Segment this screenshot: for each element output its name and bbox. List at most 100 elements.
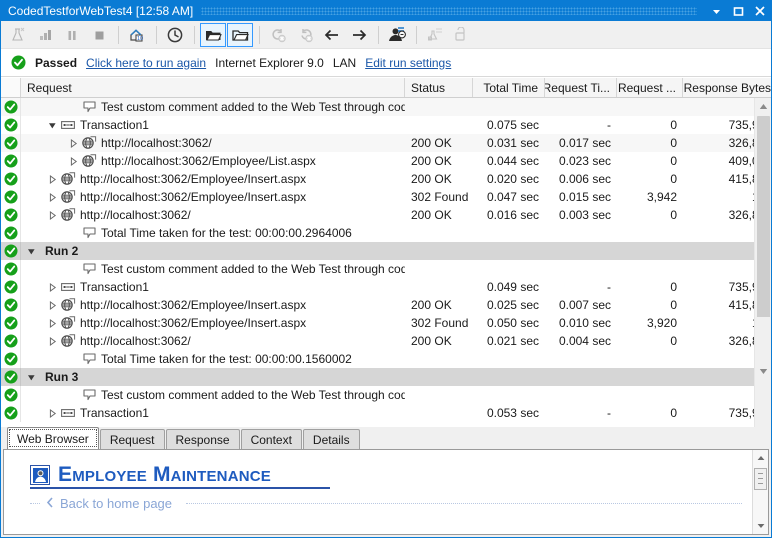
no-expander bbox=[67, 98, 80, 116]
tab-context[interactable]: Context bbox=[240, 429, 302, 449]
cell-request_bytes bbox=[617, 350, 683, 368]
row-label: Test custom comment added to the Web Tes… bbox=[101, 262, 405, 276]
cell-status bbox=[405, 386, 473, 404]
cell-status: 200 OK bbox=[411, 208, 452, 222]
table-row[interactable]: http://localhost:3062/Employee/Insert.as… bbox=[1, 314, 771, 332]
table-row[interactable]: http://localhost:3062/200 OK 0.016 sec 0.0… bbox=[1, 206, 771, 224]
toolbar: 10 bbox=[1, 21, 771, 49]
collapse-triangle-icon[interactable] bbox=[25, 368, 38, 386]
row-status-passed-icon bbox=[1, 224, 21, 242]
run-again-link[interactable]: Click here to run again bbox=[86, 56, 206, 70]
cell-total_time: 0.050 sec bbox=[486, 316, 539, 330]
cell-request_time: 0.006 sec bbox=[558, 172, 611, 186]
table-row[interactable]: http://localhost:3062/Employee/Insert.as… bbox=[1, 296, 771, 314]
title-bar: CodedTestforWebTest4 [12:58 AM] bbox=[1, 1, 771, 21]
comment-icon bbox=[80, 350, 98, 368]
column-header-response_bytes[interactable]: Response Bytes bbox=[683, 78, 771, 97]
maximize-button[interactable] bbox=[727, 1, 749, 21]
column-header-request_time[interactable]: Request Ti... bbox=[545, 78, 617, 97]
browser-scroll-thumb[interactable] bbox=[754, 468, 767, 490]
table-row[interactable]: Transaction1 0.049 sec -0 735,935 bbox=[1, 278, 771, 296]
minimize-button[interactable] bbox=[705, 1, 727, 21]
expand-triangle-icon[interactable] bbox=[46, 404, 59, 422]
row-label: http://localhost:3062/Employee/Insert.as… bbox=[80, 316, 307, 330]
table-row[interactable]: Total Time taken for the test: 00:00:00.… bbox=[1, 350, 771, 368]
row-status-passed-icon bbox=[1, 188, 21, 206]
request-cell: Test custom comment added to the Web Tes… bbox=[21, 386, 405, 404]
no-expander bbox=[67, 224, 80, 242]
expand-triangle-icon[interactable] bbox=[67, 134, 80, 152]
table-row[interactable]: Transaction1 0.075 sec -0 735,935 bbox=[1, 116, 771, 134]
row-status-passed-icon bbox=[1, 296, 21, 314]
request-cell: Run 3 bbox=[21, 368, 405, 386]
open-folder-icon[interactable] bbox=[200, 22, 226, 47]
table-row[interactable]: http://localhost:3062/Employee/List.aspx… bbox=[1, 152, 771, 170]
row-status-passed-icon bbox=[1, 170, 21, 188]
toolbar-separator bbox=[416, 25, 417, 44]
back-to-home-link[interactable]: Back to home page bbox=[60, 496, 172, 511]
expand-triangle-icon[interactable] bbox=[46, 296, 59, 314]
tab-details[interactable]: Details bbox=[302, 429, 360, 449]
browser-vertical-scrollbar[interactable] bbox=[752, 450, 768, 534]
expand-triangle-icon[interactable] bbox=[67, 152, 80, 170]
scroll-up-arrow-icon[interactable] bbox=[755, 98, 771, 115]
table-row[interactable]: http://localhost:3062/Employee/Insert.as… bbox=[1, 170, 771, 188]
cell-total_time bbox=[473, 386, 545, 404]
column-header-request_bytes[interactable]: Request ... bbox=[617, 78, 683, 97]
cell-request_bytes: 0 bbox=[670, 154, 677, 168]
comment-icon bbox=[80, 98, 98, 116]
results-grid: Request Status Total Time Request Ti... Requ… bbox=[1, 77, 771, 427]
table-row[interactable]: Test custom comment added to the Web Tes… bbox=[1, 98, 771, 116]
grid-scroll-thumb[interactable] bbox=[757, 116, 770, 348]
expand-triangle-icon[interactable] bbox=[46, 314, 59, 332]
edit-run-settings-icon[interactable]: 10 bbox=[124, 23, 150, 47]
previous-error-icon bbox=[265, 23, 291, 47]
cell-total_time: 0.053 sec bbox=[486, 406, 539, 420]
browser-scroll-up-arrow-icon[interactable] bbox=[753, 450, 768, 466]
cell-total_time bbox=[473, 224, 545, 242]
cell-status bbox=[405, 278, 473, 296]
collapse-triangle-icon[interactable] bbox=[46, 116, 59, 134]
tab-request[interactable]: Request bbox=[99, 429, 165, 449]
tab-response[interactable]: Response bbox=[165, 429, 240, 449]
expand-triangle-icon[interactable] bbox=[46, 188, 59, 206]
cell-total_time: 0.044 sec bbox=[486, 154, 539, 168]
expand-triangle-icon[interactable] bbox=[46, 170, 59, 188]
row-label: http://localhost:3062/ bbox=[80, 334, 191, 348]
table-row[interactable]: http://localhost:3062/Employee/Insert.as… bbox=[1, 188, 771, 206]
close-button[interactable] bbox=[749, 1, 771, 21]
column-header-total_time[interactable]: Total Time bbox=[473, 78, 545, 97]
expand-triangle-icon[interactable] bbox=[46, 278, 59, 296]
table-row[interactable]: Test custom comment added to the Web Tes… bbox=[1, 386, 771, 404]
edit-run-settings-link[interactable]: Edit run settings bbox=[365, 56, 451, 70]
open-folder-alt-icon[interactable] bbox=[227, 22, 253, 47]
table-row[interactable]: Total Time taken for the test: 00:00:00.… bbox=[1, 224, 771, 242]
table-row[interactable]: http://localhost:3062/200 OK 0.021 sec 0.0… bbox=[1, 332, 771, 350]
group-row[interactable]: Run 2 bbox=[1, 242, 771, 260]
cell-status: 200 OK bbox=[411, 334, 452, 348]
row-status-passed-icon bbox=[1, 152, 21, 170]
expand-triangle-icon[interactable] bbox=[46, 332, 59, 350]
column-header-status[interactable]: Status bbox=[405, 78, 473, 97]
table-row[interactable]: Transaction1 0.053 sec -0 735,935 bbox=[1, 404, 771, 422]
scroll-down-arrow-icon[interactable] bbox=[755, 317, 771, 427]
expand-triangle-icon[interactable] bbox=[46, 206, 59, 224]
forward-arrow-icon[interactable] bbox=[346, 23, 372, 47]
employee-maintenance-header: Employee Maintenance bbox=[30, 464, 330, 489]
column-header-request[interactable]: Request bbox=[21, 78, 405, 97]
test-result-details-icon[interactable] bbox=[384, 23, 410, 47]
group-row[interactable]: Run 3 bbox=[1, 368, 771, 386]
request-icon bbox=[59, 206, 77, 224]
table-row[interactable]: http://localhost:3062/200 OK 0.031 sec 0.0… bbox=[1, 134, 771, 152]
run-test-icon[interactable] bbox=[5, 23, 31, 47]
cell-request_time: 0.017 sec bbox=[558, 136, 611, 150]
back-arrow-icon[interactable] bbox=[319, 23, 345, 47]
tab-web-browser[interactable]: Web Browser bbox=[7, 427, 99, 449]
row-label: http://localhost:3062/Employee/Insert.as… bbox=[80, 298, 307, 312]
history-icon[interactable] bbox=[162, 23, 188, 47]
browser-scroll-down-arrow-icon[interactable] bbox=[753, 518, 768, 534]
grid-vertical-scrollbar[interactable] bbox=[754, 98, 771, 427]
request-cell: Test custom comment added to the Web Tes… bbox=[21, 260, 405, 278]
table-row[interactable]: Test custom comment added to the Web Tes… bbox=[1, 260, 771, 278]
collapse-triangle-icon[interactable] bbox=[25, 242, 38, 260]
